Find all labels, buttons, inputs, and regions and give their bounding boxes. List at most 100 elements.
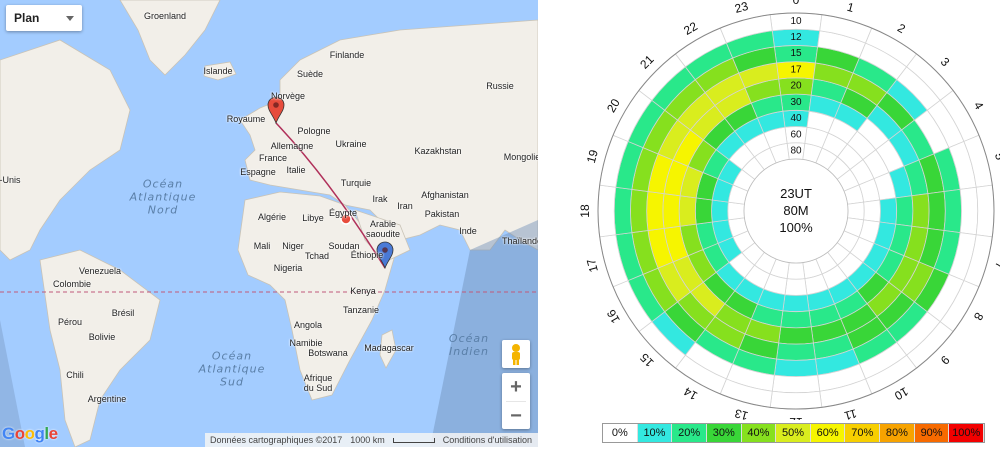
legend-swatch: 0% [603, 424, 638, 442]
hour-label: 10 [892, 384, 911, 403]
logo-letter: o [24, 424, 35, 443]
country-label: Angola [293, 320, 323, 330]
country-label: Mongolie [503, 152, 538, 162]
zoom-control: + − [502, 373, 530, 429]
country-label: Pakistan [424, 209, 460, 219]
country-label: Norvège [270, 91, 306, 101]
pegman-icon [512, 344, 520, 365]
heatmap-cell [863, 199, 881, 223]
country-label: Italie [286, 165, 306, 175]
hour-label: 22 [681, 19, 700, 38]
hour-label: 12 [789, 415, 803, 420]
country-label: Venezuela [78, 266, 122, 276]
hour-label: 0 [793, 0, 800, 7]
logo-letter: g [34, 424, 45, 443]
country-label: Groenland [143, 11, 187, 21]
scale-bar [392, 437, 435, 443]
terms-link[interactable]: Conditions d'utilisation [443, 435, 532, 445]
legend-swatch: 40% [741, 424, 777, 442]
logo-letter: o [14, 424, 25, 443]
country-label: Afghanistan [421, 190, 469, 200]
legend-swatch: 50% [776, 424, 811, 442]
country-label: Égypte [328, 208, 358, 218]
ring-label: 80 [790, 146, 802, 157]
country-label: Argentine [87, 394, 127, 404]
country-label: Iran [397, 201, 413, 211]
ocean-label: Océan Indien [448, 332, 490, 358]
center-percent: 100% [779, 220, 813, 235]
map-panel[interactable]: Groenland Islande Norvège Suède Finlande Roya… [0, 0, 538, 447]
country-label: -Unis [0, 175, 21, 185]
zoom-out-button[interactable]: − [502, 402, 530, 430]
heatmap-cell [597, 184, 617, 238]
hour-label: 9 [938, 353, 953, 368]
map-type-label: Plan [14, 11, 40, 25]
polar-heatmap: 01234567891011121314151617181920212223 1… [578, 0, 1000, 420]
north-america-shape [0, 39, 131, 261]
country-label: Arabie saoudite [365, 219, 401, 239]
country-label: Namibie [289, 338, 323, 348]
country-label: Inde [459, 226, 477, 236]
country-label: Russie [486, 81, 514, 91]
hour-label: 20 [604, 96, 623, 115]
zoom-in-button[interactable]: + [502, 373, 530, 401]
country-label: Niger [282, 241, 304, 251]
legend-swatch: 80% [880, 424, 915, 442]
heatmap-cell [778, 326, 814, 345]
heatmap-cell [694, 197, 713, 225]
legend-swatch: 30% [706, 424, 742, 442]
street-view-pegman[interactable] [502, 340, 530, 368]
heatmap-cell [630, 188, 649, 234]
country-label: France [258, 153, 288, 163]
heatmap-cell [784, 278, 808, 296]
google-logo: Google [2, 424, 58, 444]
hour-label: 15 [637, 350, 657, 370]
country-label: Kenya [350, 286, 376, 296]
country-label: Éthiopie [350, 250, 384, 260]
country-label: Afrique du Sud [303, 373, 333, 393]
ocean-label: Océan Atlantique Nord [129, 177, 197, 217]
country-label: Kazakhstan [414, 146, 462, 156]
hour-label: 19 [584, 148, 601, 165]
ring-label: 10 [790, 16, 802, 27]
center-time: 23UT [780, 186, 812, 201]
heatmap-cell [662, 193, 681, 229]
heatmap-cell [847, 201, 865, 221]
country-label: Tchad [304, 251, 330, 261]
heatmap-cell [773, 358, 819, 377]
heatmap-cell [613, 186, 633, 236]
country-label: Tanzanie [342, 305, 380, 315]
country-label: Allemagne [270, 141, 314, 151]
country-label: Bolivie [88, 332, 116, 342]
heatmap-cell [911, 193, 930, 229]
ring-label: 30 [790, 97, 802, 108]
hour-label: 17 [584, 257, 601, 274]
hour-label: 4 [971, 99, 987, 112]
map-data-credit[interactable]: Données cartographiques ©2017 [210, 435, 342, 445]
heatmap-cell [895, 195, 914, 227]
hour-label: 13 [733, 406, 750, 420]
heatmap-cell [711, 199, 729, 223]
country-label: Brésil [111, 308, 135, 318]
heatmap-cell [776, 342, 816, 361]
heatmap-cell [727, 201, 745, 221]
map-type-dropdown[interactable]: Plan [6, 5, 82, 31]
heatmap-cell [780, 310, 812, 329]
heatmap-cell [678, 195, 697, 227]
heatmap-cell [879, 197, 898, 225]
hour-label: 16 [604, 307, 623, 326]
heatmap-cell [943, 188, 962, 234]
color-legend: 0% 10% 20% 30% 40% 50% 60% 70% 80% 90% 100% [602, 423, 985, 443]
legend-swatch: 90% [914, 424, 950, 442]
ring-label: 60 [790, 129, 802, 140]
heatmap-cell [959, 186, 979, 236]
country-label: Mali [253, 241, 271, 251]
heatmap-cell [782, 294, 810, 313]
country-label: Royaume [226, 114, 266, 124]
legend-swatch: 100% [949, 424, 985, 442]
country-label: Colombie [52, 279, 92, 289]
hour-label: 1 [846, 0, 856, 15]
hour-label: 14 [681, 384, 700, 403]
heatmap-cell [786, 262, 806, 280]
country-label: Nigeria [273, 263, 303, 273]
